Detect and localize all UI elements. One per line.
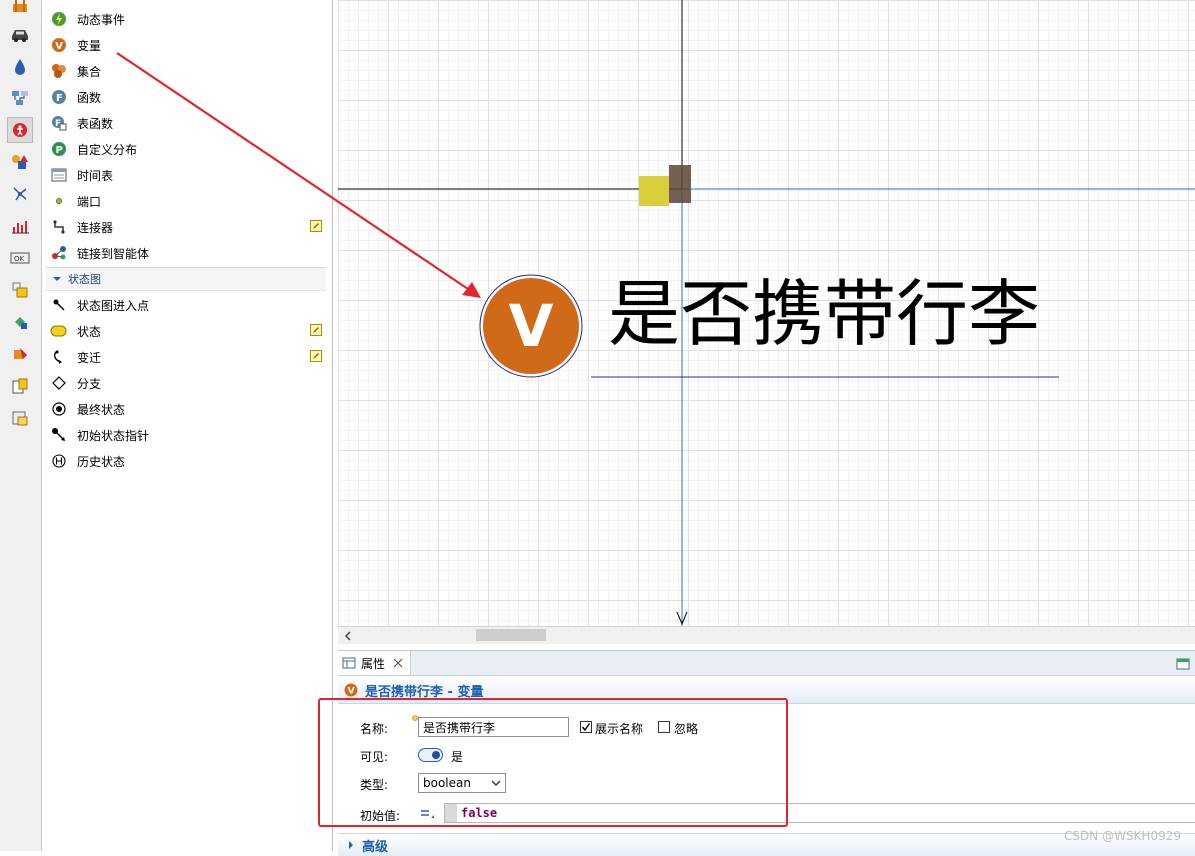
origin-agent-figure bbox=[669, 165, 691, 203]
watermark-text: CSDN @WSKH0929 bbox=[1064, 829, 1181, 843]
3d-objects-library-icon[interactable] bbox=[7, 309, 33, 335]
palette-item-link-to-agent[interactable]: 链接到智能体 bbox=[50, 242, 326, 264]
properties-title-bar: V 是否携带行李 - 变量 bbox=[338, 677, 1195, 704]
agent-palette: 动态事件 V 变量 集合 F 函数 F 表函数 P 自定义分布 时间表 端口 连… bbox=[42, 0, 333, 851]
material-handling-library-icon[interactable] bbox=[7, 341, 33, 367]
presentation-library-icon[interactable] bbox=[7, 149, 33, 175]
custom-library-icon[interactable] bbox=[7, 405, 33, 431]
variable-icon: V bbox=[344, 683, 358, 697]
visible-value: 是 bbox=[451, 750, 464, 764]
ignore-label: 忽略 bbox=[674, 722, 699, 736]
graphical-editor-canvas[interactable]: V 是否携带行李 bbox=[338, 0, 1195, 626]
branch-icon bbox=[50, 374, 68, 392]
palette-category-toolbar: OK bbox=[0, 0, 42, 851]
type-selected-value: boolean bbox=[423, 776, 471, 790]
table-function-icon: F bbox=[50, 114, 68, 132]
chevron-down-icon bbox=[53, 277, 61, 281]
scrollbar-thumb[interactable] bbox=[476, 629, 546, 641]
history-state-icon bbox=[50, 452, 68, 470]
initial-value-label: 初始值: bbox=[360, 809, 401, 823]
statechart-entry-icon bbox=[50, 296, 68, 314]
controls-library-icon[interactable]: OK bbox=[7, 245, 33, 271]
svg-text:OK: OK bbox=[14, 255, 25, 263]
palette-item-collection[interactable]: 集合 bbox=[50, 60, 326, 82]
road-traffic-library-icon[interactable] bbox=[7, 21, 33, 47]
check-mark-icon bbox=[581, 723, 591, 732]
connector-icon bbox=[50, 218, 68, 236]
svg-text:V: V bbox=[55, 41, 63, 52]
link-to-agent-icon bbox=[50, 244, 68, 262]
custom-distribution-icon: P bbox=[50, 140, 68, 158]
show-name-label: 展示名称 bbox=[595, 722, 644, 736]
port-icon bbox=[50, 192, 68, 210]
properties-tab-icon bbox=[342, 657, 356, 669]
name-label: 名称: bbox=[360, 722, 389, 736]
palette-item-variable[interactable]: V 变量 bbox=[50, 34, 326, 56]
show-name-checkbox[interactable] bbox=[580, 721, 592, 733]
type-dropdown[interactable]: boolean bbox=[418, 773, 506, 793]
dynamic-event-icon bbox=[50, 10, 68, 28]
origin-marker bbox=[639, 176, 669, 206]
palette-item-function[interactable]: F 函数 bbox=[50, 86, 326, 108]
palette-item-port[interactable]: 端口 bbox=[50, 190, 326, 212]
analysis-library-icon[interactable] bbox=[7, 213, 33, 239]
static-value-toggle-icon[interactable] bbox=[420, 808, 436, 820]
name-field[interactable] bbox=[418, 717, 569, 737]
type-label: 类型: bbox=[360, 778, 389, 792]
palette-item-dynamic-event[interactable]: 动态事件 bbox=[50, 8, 326, 30]
transition-icon bbox=[50, 348, 68, 366]
variable-icon: V bbox=[50, 36, 68, 54]
variable-letter: V bbox=[508, 292, 554, 360]
visible-label: 可见: bbox=[360, 750, 389, 764]
edit-pencil-icon[interactable] bbox=[310, 220, 322, 232]
close-tab-icon[interactable] bbox=[393, 658, 403, 668]
ignore-checkbox[interactable] bbox=[658, 721, 670, 733]
palette-item-connector[interactable]: 连接器 bbox=[50, 216, 326, 238]
rail-library-icon[interactable] bbox=[7, 0, 33, 18]
palette-item-custom-distribution[interactable]: P 自定义分布 bbox=[50, 138, 326, 160]
properties-title: 是否携带行李 - 变量 bbox=[365, 684, 484, 700]
toggle-knob bbox=[432, 751, 440, 759]
palette-item-state[interactable]: 状态 bbox=[50, 320, 326, 342]
agent-library-icon[interactable] bbox=[7, 117, 33, 143]
scroll-left-icon[interactable] bbox=[342, 629, 354, 643]
svg-text:V: V bbox=[348, 687, 355, 697]
collection-icon bbox=[50, 62, 68, 80]
canvas-horizontal-scrollbar[interactable] bbox=[338, 626, 1195, 644]
function-icon: F bbox=[50, 88, 68, 106]
statechart-section-header[interactable]: 状态图 bbox=[46, 267, 326, 291]
svg-text:F: F bbox=[56, 93, 63, 104]
maximize-view-icon[interactable] bbox=[1175, 656, 1191, 670]
palette-item-transition[interactable]: 变迁 bbox=[50, 346, 326, 368]
palette-item-initial-state-pointer[interactable]: 初始状态指针 bbox=[50, 424, 326, 446]
state-icon bbox=[50, 322, 68, 340]
properties-tab-bar: 属性 bbox=[338, 651, 1195, 676]
final-state-icon bbox=[50, 400, 68, 418]
palette-item-schedule[interactable]: 时间表 bbox=[50, 164, 326, 186]
schedule-icon bbox=[50, 166, 68, 184]
palette-item-table-function[interactable]: F 表函数 bbox=[50, 112, 326, 134]
pictures-library-icon[interactable] bbox=[7, 277, 33, 303]
chevron-right-icon bbox=[349, 841, 353, 849]
process-library-icon[interactable] bbox=[7, 85, 33, 111]
edit-pencil-icon[interactable] bbox=[310, 324, 322, 336]
initial-state-pointer-icon bbox=[50, 426, 68, 444]
variable-name-label[interactable]: 是否携带行李 bbox=[608, 272, 1040, 356]
palette-item-final-state[interactable]: 最终状态 bbox=[50, 398, 326, 420]
palette-item-history-state[interactable]: 历史状态 bbox=[50, 450, 326, 472]
pedestrian-library-icon[interactable] bbox=[7, 373, 33, 399]
palette-item-statechart-entry[interactable]: 状态图进入点 bbox=[50, 294, 326, 316]
svg-text:P: P bbox=[56, 145, 63, 156]
edit-pencil-icon[interactable] bbox=[310, 350, 322, 362]
palette-item-branch[interactable]: 分支 bbox=[50, 372, 326, 394]
tab-properties[interactable]: 属性 bbox=[338, 651, 411, 675]
space-markup-icon[interactable] bbox=[7, 181, 33, 207]
code-gutter bbox=[445, 804, 457, 822]
initial-value-text: false bbox=[461, 806, 498, 820]
visible-toggle[interactable] bbox=[418, 748, 443, 762]
chevron-down-icon bbox=[491, 780, 501, 786]
initial-value-code-field[interactable]: false bbox=[444, 803, 1195, 823]
properties-panel: 属性 V 是否携带行李 - 变量 名称: 展示名称 忽略 可见: 是 类型: b… bbox=[338, 650, 1195, 856]
fluid-library-icon[interactable] bbox=[7, 53, 33, 79]
